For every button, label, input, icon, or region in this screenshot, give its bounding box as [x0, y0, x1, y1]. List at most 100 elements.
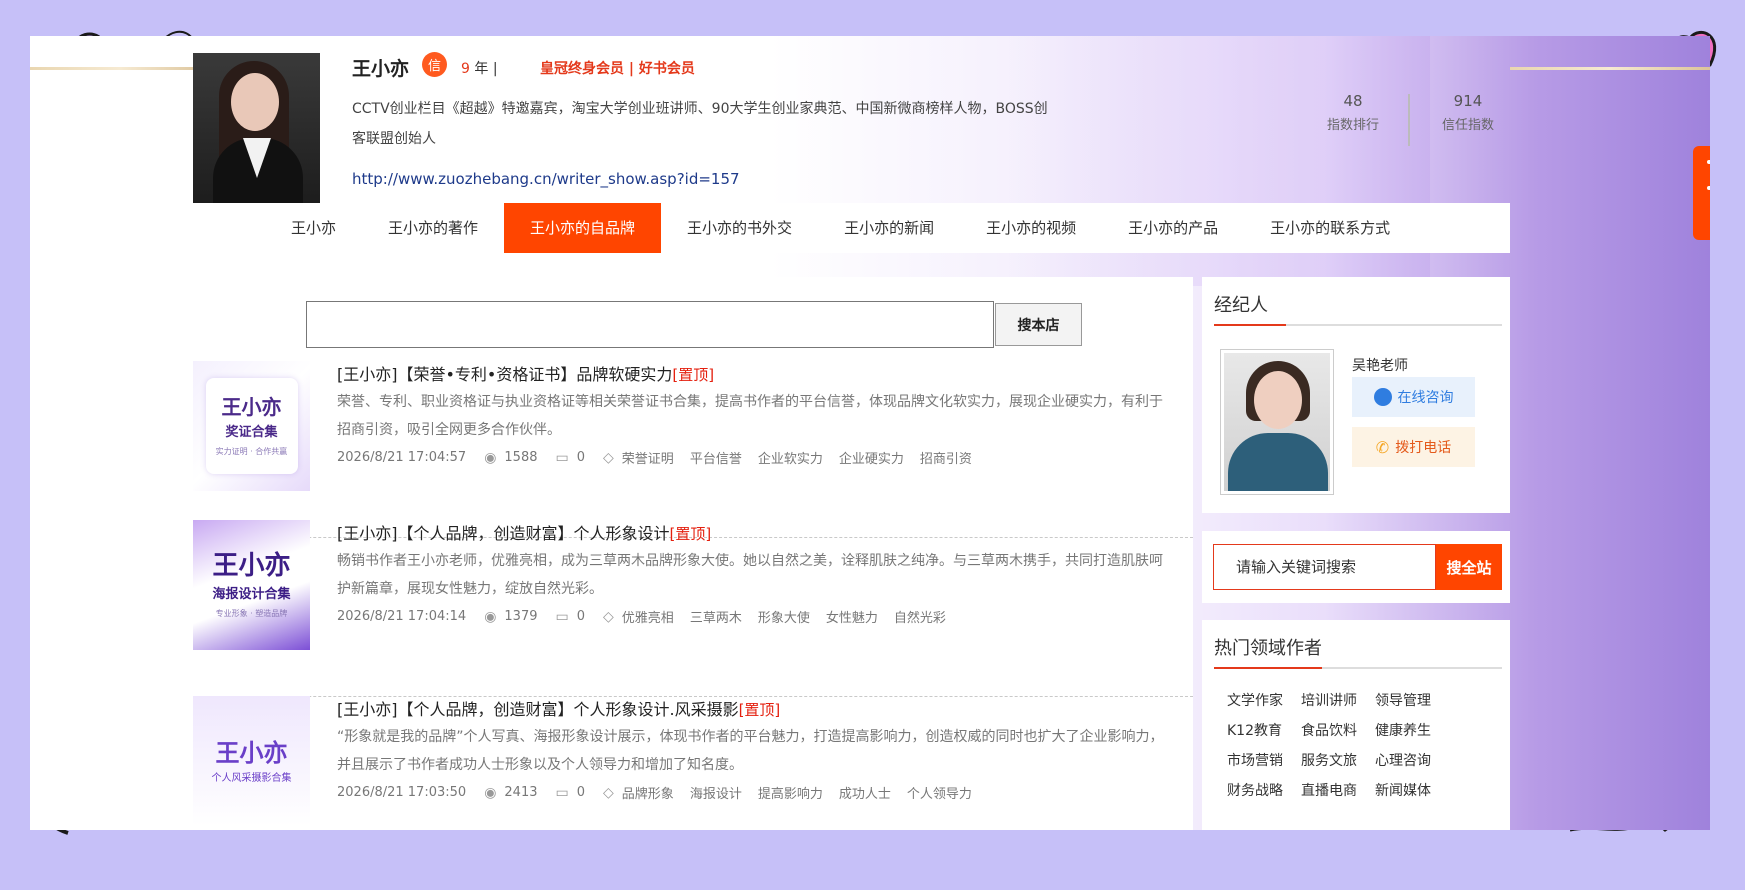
post-description: 畅销书作者王小亦老师，优雅亮相，成为三草两木品牌形象大使。她以自然之美，诠释肌肤…: [337, 553, 1163, 597]
thumb-caption: 实力证明 · 合作共赢: [215, 447, 288, 456]
post-tag[interactable]: 平台信誉: [690, 448, 742, 467]
post-title-link[interactable]: [王小亦]【个人品牌，创造财富】个人形象设计[置顶]: [337, 520, 711, 544]
post-tag[interactable]: 女性魅力: [826, 607, 878, 626]
post-meta: 2026/8/21 17:03:50 ◉ 2413 ▭ 0 ◇ 品牌形象 海报设计 …: [337, 783, 988, 803]
thumb-subtitle: 奖证合集: [225, 425, 278, 440]
post-date: 2026/8/21 17:04:14: [337, 609, 467, 624]
post-tag[interactable]: 形象大使: [758, 607, 810, 626]
post-description: “形象就是我的品牌”个人写真、海报形象设计展示，体现书作者的平台魅力，打造提高影…: [337, 729, 1164, 773]
pinned-label: [置顶]: [669, 525, 712, 543]
agent-name: 吴艳老师: [1352, 358, 1408, 374]
comment-icon: ▭: [555, 784, 569, 801]
nav-item-home[interactable]: 王小亦: [265, 203, 362, 253]
post-tag[interactable]: 成功人士: [839, 783, 891, 802]
eye-icon: ◉: [484, 449, 497, 466]
title-underline: [1214, 324, 1502, 326]
phone-icon: ✆: [1375, 437, 1390, 457]
author-avatar[interactable]: [193, 53, 320, 203]
post-tag[interactable]: 个人领导力: [907, 783, 972, 802]
views-count: 1588: [504, 450, 538, 465]
views-count: 1379: [504, 609, 538, 624]
author-nav: 王小亦 王小亦的著作 王小亦的自品牌 王小亦的书外交 王小亦的新闻 王小亦的视频…: [193, 203, 1510, 253]
post-tag[interactable]: 三草两木: [690, 607, 742, 626]
hot-category-link[interactable]: 文学作家: [1227, 690, 1283, 710]
post-title-link[interactable]: [王小亦]【荣誉•专利•资格证书】品牌软硬实力[置顶]: [337, 361, 714, 385]
author-name: 王小亦: [352, 58, 410, 80]
hot-category-link[interactable]: 直播电商: [1301, 780, 1357, 800]
hot-category-link[interactable]: 培训讲师: [1301, 690, 1357, 710]
hot-category-link[interactable]: 市场营销: [1227, 750, 1283, 770]
nav-item-videos[interactable]: 王小亦的视频: [960, 203, 1102, 253]
gold-divider: [30, 67, 210, 70]
post-tag[interactable]: 企业软实力: [758, 448, 823, 467]
list-item: 王小亦 奖证合集 实力证明 · 合作共赢 [王小亦]【荣誉•专利•资格证书】品牌…: [193, 361, 1193, 538]
comments-count: 0: [576, 450, 586, 465]
tag-icon: ◇: [603, 449, 614, 466]
post-thumbnail[interactable]: 王小亦 奖证合集 实力证明 · 合作共赢: [193, 361, 310, 491]
post-tag[interactable]: 企业硬实力: [839, 448, 904, 467]
post-tag[interactable]: 招商引资: [920, 448, 972, 467]
post-tag[interactable]: 优雅亮相: [622, 607, 674, 626]
thumb-subtitle: 个人风采摄影合集: [211, 772, 292, 784]
site-search-button[interactable]: 搜全站: [1436, 544, 1502, 590]
comments-count-group: ▭ 0: [556, 450, 586, 466]
hot-category-link[interactable]: 心理咨询: [1375, 750, 1431, 770]
post-title-text: [王小亦]【个人品牌，创造财富】个人形象设计: [337, 524, 670, 543]
post-tag[interactable]: 自然光彩: [894, 607, 946, 626]
page-frame: 王小亦 信 9 年 | 皇冠终身会员 | 好书会员 CCTV创业栏目《超越》特邀…: [30, 36, 1710, 830]
thumb-subtitle: 海报设计合集: [212, 587, 291, 602]
nav-item-products[interactable]: 王小亦的产品: [1102, 203, 1244, 253]
comments-count: 0: [576, 609, 586, 624]
post-title-link[interactable]: [王小亦]【个人品牌，创造财富】个人形象设计.风采摄影[置顶]: [337, 696, 780, 720]
hot-category-link[interactable]: 新闻媒体: [1375, 780, 1431, 800]
post-tag[interactable]: 品牌形象: [622, 783, 674, 802]
hot-category-link[interactable]: 领导管理: [1375, 690, 1431, 710]
member-years: 9 年 |: [461, 58, 498, 78]
consult-label: 在线咨询: [1397, 390, 1454, 406]
hot-category-link[interactable]: 服务文旅: [1301, 750, 1357, 770]
post-title-text: [王小亦]【个人品牌，创造财富】个人形象设计.风采摄影: [337, 700, 739, 719]
call-button[interactable]: ✆ 拨打电话: [1352, 427, 1475, 467]
nav-item-contact[interactable]: 王小亦的联系方式: [1244, 203, 1416, 253]
nav-item-diplomacy[interactable]: 王小亦的书外交: [661, 203, 818, 253]
thumb-title: 王小亦: [212, 551, 291, 581]
author-description: CCTV创业栏目《超越》特邀嘉宾，淘宝大学创业班讲师、90大学生创业家典范、中国…: [352, 101, 1048, 147]
post-thumbnail[interactable]: 王小亦 海报设计合集 专业形象 · 塑造品牌: [193, 520, 310, 650]
site-search-input[interactable]: 请输入关键词搜索: [1213, 544, 1436, 590]
tag-icon: ◇: [603, 608, 614, 625]
hot-category-link[interactable]: K12教育: [1227, 720, 1283, 740]
nav-item-news[interactable]: 王小亦的新闻: [818, 203, 960, 253]
author-url-link[interactable]: http://www.zuozhebang.cn/writer_show.asp…: [352, 170, 740, 188]
agent-avatar[interactable]: [1220, 349, 1334, 495]
floating-side-tab[interactable]: [1693, 146, 1710, 240]
pinned-label: [置顶]: [738, 701, 781, 719]
stat-ranking: 48 指数排行: [1313, 92, 1393, 133]
title-underline: [1214, 667, 1502, 669]
list-item: 王小亦 个人风采摄影合集 [王小亦]【个人品牌，创造财富】个人形象设计.风采摄影…: [193, 696, 1193, 830]
post-thumbnail[interactable]: 王小亦 个人风采摄影合集: [193, 696, 310, 826]
post-tag[interactable]: 提高影响力: [758, 783, 823, 802]
thumb-title: 王小亦: [215, 738, 288, 767]
online-consult-button[interactable]: 在线咨询: [1352, 377, 1475, 417]
hot-category-link[interactable]: 食品饮料: [1301, 720, 1357, 740]
post-meta: 2026/8/21 17:04:14 ◉ 1379 ▭ 0 ◇ 优雅亮相 三草两木 …: [337, 607, 962, 627]
post-tag[interactable]: 荣誉证明: [622, 448, 674, 467]
tag-icon: ◇: [603, 784, 614, 801]
pinned-label: [置顶]: [672, 366, 715, 384]
agent-card-title: 经纪人: [1214, 295, 1268, 316]
hot-category-link[interactable]: 健康养生: [1375, 720, 1431, 740]
agent-card: 经纪人 吴艳老师 在线咨询 ✆ 拨打电话: [1202, 277, 1510, 513]
eye-icon: ◉: [484, 784, 497, 801]
site-search-card: 请输入关键词搜索 搜全站: [1202, 531, 1510, 603]
post-tag[interactable]: 海报设计: [690, 783, 742, 802]
nav-item-works[interactable]: 王小亦的著作: [362, 203, 504, 253]
gold-divider: [1510, 67, 1710, 70]
store-search-button[interactable]: 搜本店: [995, 303, 1082, 346]
nav-item-brand[interactable]: 王小亦的自品牌: [504, 203, 662, 253]
eye-icon: ◉: [484, 608, 497, 625]
store-search-input[interactable]: [306, 301, 994, 348]
hot-category-link[interactable]: 财务战略: [1227, 780, 1283, 800]
membership-label: 皇冠终身会员 | 好书会员: [540, 61, 695, 77]
list-item: 王小亦 海报设计合集 专业形象 · 塑造品牌 [王小亦]【个人品牌，创造财富】个…: [193, 520, 1193, 697]
views-count-group: ◉ 1379: [484, 609, 537, 625]
